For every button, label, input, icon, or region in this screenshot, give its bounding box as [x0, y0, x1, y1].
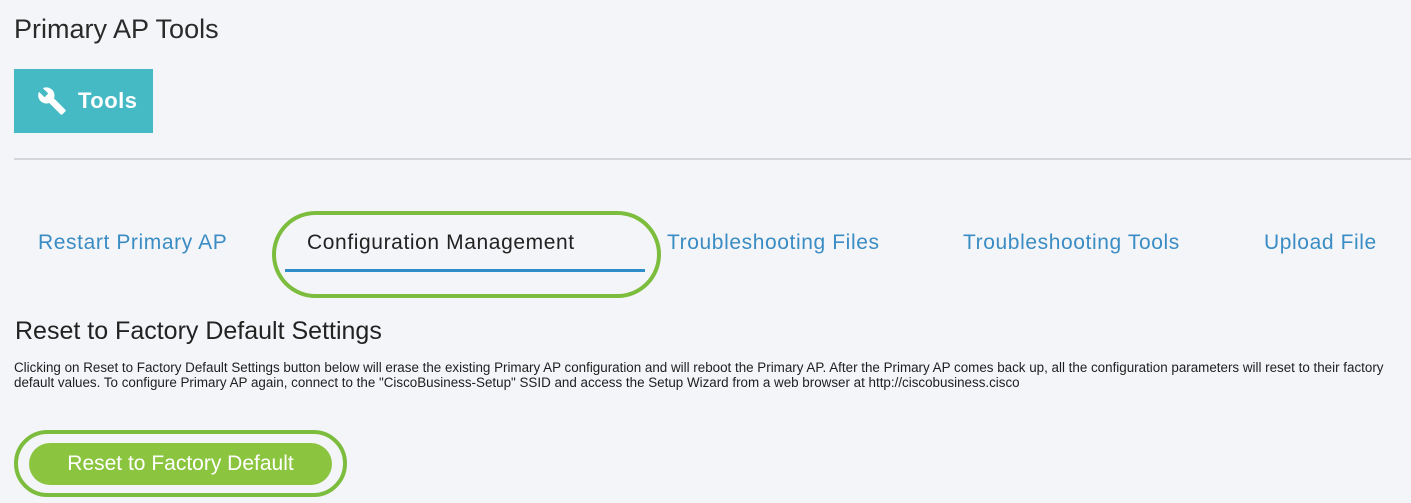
tab-troubleshooting-tools[interactable]: Troubleshooting Tools — [963, 231, 1180, 255]
tab-troubleshooting-files[interactable]: Troubleshooting Files — [667, 231, 880, 255]
wrench-icon — [38, 87, 66, 115]
section-divider — [14, 158, 1411, 160]
tools-label: Tools — [78, 88, 138, 113]
tab-bar: Restart Primary AP Configuration Managem… — [0, 225, 1411, 275]
active-tab-underline — [285, 269, 645, 272]
section-description: Clicking on Reset to Factory Default Set… — [14, 360, 1384, 390]
tab-restart-primary-ap[interactable]: Restart Primary AP — [38, 231, 227, 255]
tab-upload-file[interactable]: Upload File — [1264, 231, 1377, 255]
page-title: Primary AP Tools — [14, 14, 219, 44]
section-title: Reset to Factory Default Settings — [15, 317, 382, 345]
reset-to-factory-default-button[interactable]: Reset to Factory Default — [29, 443, 332, 485]
tools-button[interactable]: Tools — [14, 69, 153, 133]
tab-configuration-management[interactable]: Configuration Management — [307, 231, 575, 255]
